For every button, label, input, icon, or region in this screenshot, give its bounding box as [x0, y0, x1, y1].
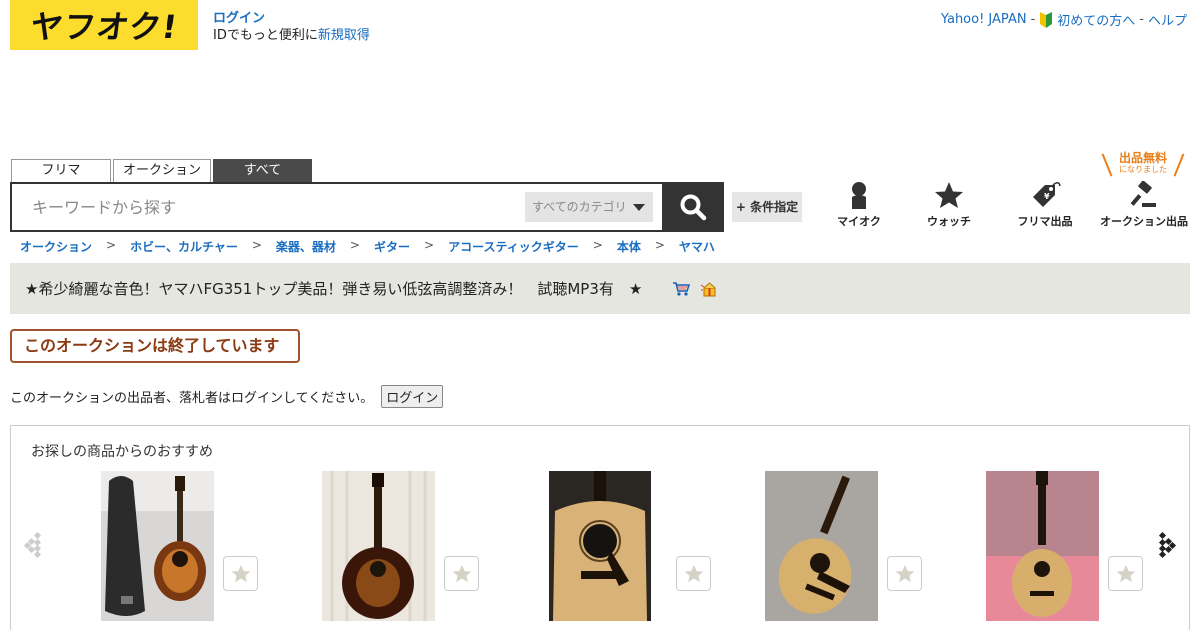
beginner-guide-link[interactable]: 初めての方へ — [1057, 10, 1135, 29]
watch-button[interactable] — [887, 556, 922, 591]
search-button[interactable] — [662, 182, 724, 232]
search-input[interactable] — [12, 184, 522, 230]
breadcrumb-item[interactable]: オークション — [20, 238, 92, 255]
nav-label: マイオク — [837, 215, 881, 228]
nav-label: オークション出品 — [1100, 215, 1188, 228]
separator: - — [1030, 12, 1036, 27]
breadcrumb-item[interactable]: ヤマハ — [679, 238, 715, 255]
breadcrumb-separator: > — [424, 238, 435, 252]
tab-furima[interactable]: フリマ — [11, 159, 111, 183]
breadcrumb-item[interactable]: ホビー、カルチャー — [130, 238, 238, 255]
top-links: Yahoo! JAPAN - 初めての方へ - ヘルプ — [941, 10, 1187, 29]
yahoo-japan-link[interactable]: Yahoo! JAPAN — [941, 12, 1027, 27]
category-select-label: すべてのカテゴリ — [532, 200, 627, 214]
breadcrumb-item[interactable]: アコースティックギター — [448, 238, 579, 255]
guitar-photo[interactable] — [765, 471, 878, 621]
breadcrumb: オークション > ホビー、カルチャー > 楽器、器材 > ギター > アコーステ… — [20, 238, 715, 255]
guitar-photo[interactable] — [322, 471, 435, 621]
caret-down-icon — [633, 204, 645, 211]
chevron-left-icon — [23, 531, 42, 559]
nav-watch[interactable]: ウォッチ — [901, 181, 997, 229]
next-arrow-button[interactable] — [1155, 531, 1177, 563]
star-icon — [895, 564, 914, 583]
nav-my-auction[interactable]: マイオク — [811, 181, 907, 229]
beginner-mark-icon — [1039, 11, 1053, 28]
recommend-panel: お探しの商品からのおすすめ — [10, 425, 1190, 630]
gift-icon — [701, 281, 716, 296]
title-icons — [672, 281, 718, 297]
watch-button[interactable] — [444, 556, 479, 591]
auction-ended-label: このオークションは終了しています — [10, 329, 300, 363]
nav-label: ウォッチ — [927, 215, 971, 228]
login-link[interactable]: ログイン — [213, 11, 265, 26]
shopping-cart-icon — [673, 281, 691, 296]
login-box: ログイン IDでもっと便利に新規取得 — [213, 10, 370, 44]
login-sub: IDでもっと便利に新規取得 — [213, 27, 370, 44]
register-link[interactable]: 新規取得 — [318, 28, 370, 43]
help-link[interactable]: ヘルプ — [1148, 10, 1187, 29]
nav-label: フリマ出品 — [1017, 215, 1073, 228]
yahuoku-logo[interactable]: ヤフオク! — [10, 0, 198, 50]
guitar-photo[interactable] — [549, 471, 651, 621]
star-icon — [452, 564, 471, 583]
category-select[interactable]: すべてのカテゴリ — [525, 192, 653, 222]
chevron-right-icon — [1158, 531, 1177, 559]
free-listing-badge: 出品無料 になりました — [1100, 151, 1186, 179]
breadcrumb-item[interactable]: 本体 — [617, 238, 641, 255]
prev-arrow-button[interactable] — [23, 531, 45, 563]
breadcrumb-item[interactable]: ギター — [374, 238, 410, 255]
breadcrumb-separator: > — [251, 238, 262, 252]
recommend-title: お探しの商品からのおすすめ — [31, 444, 213, 460]
price-tag-icon: ¥ — [1033, 182, 1061, 207]
free-badge-line1: 出品無料 — [1118, 151, 1167, 165]
gavel-icon — [1130, 181, 1156, 207]
nav-auction-listing[interactable]: オークション出品 — [1096, 181, 1192, 229]
breadcrumb-item[interactable]: 楽器、器材 — [276, 238, 336, 255]
login-button[interactable]: ログイン — [381, 385, 444, 408]
star-icon — [1116, 564, 1135, 583]
svg-text:¥: ¥ — [1044, 192, 1050, 201]
watch-button[interactable] — [1108, 556, 1143, 591]
star-icon — [684, 564, 703, 583]
logo-text: ヤフオク! — [27, 8, 180, 46]
guitar-photo[interactable] — [986, 471, 1099, 621]
breadcrumb-separator: > — [349, 238, 360, 252]
login-sub-text: IDでもっと便利に — [213, 28, 318, 43]
person-icon — [852, 182, 866, 209]
nav-furima-listing[interactable]: ¥ フリマ出品 — [997, 181, 1093, 229]
guitar-photo[interactable] — [101, 471, 214, 621]
star-icon — [935, 182, 963, 208]
condition-button[interactable]: + 条件指定 — [732, 192, 802, 222]
item-title-bar: ★希少綺麗な音色！ヤマハFG351トップ美品！弾き易い低弦高調整済み！ 試聴MP… — [10, 263, 1190, 314]
breadcrumb-separator: > — [592, 238, 603, 252]
watch-button[interactable] — [223, 556, 258, 591]
watch-button[interactable] — [676, 556, 711, 591]
search-icon — [680, 194, 707, 221]
notice-text: このオークションの出品者、落札者はログインしてください。 — [10, 391, 374, 406]
login-notice: このオークションの出品者、落札者はログインしてください。 ログイン — [10, 385, 444, 408]
search-tabs: フリマ オークション すべて — [11, 159, 312, 183]
breadcrumb-separator: > — [654, 238, 665, 252]
tab-all[interactable]: すべて — [213, 159, 312, 183]
tab-auction[interactable]: オークション — [113, 159, 211, 183]
breadcrumb-separator: > — [106, 238, 117, 252]
search-bar: すべてのカテゴリ — [10, 182, 724, 232]
star-icon — [231, 564, 250, 583]
item-title: ★希少綺麗な音色！ヤマハFG351トップ美品！弾き易い低弦高調整済み！ 試聴MP… — [25, 280, 643, 298]
separator: - — [1139, 12, 1144, 27]
